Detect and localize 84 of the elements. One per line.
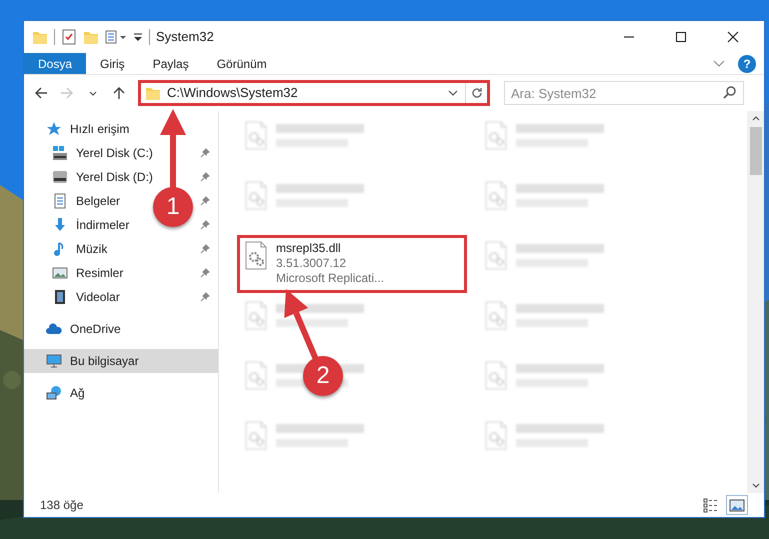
ribbon-tab[interactable]: Görünüm	[202, 53, 281, 74]
sidebar-item[interactable]: Videolar	[24, 285, 124, 309]
sidebar-item[interactable]: İndirmeler	[24, 213, 134, 237]
pin-icon[interactable]	[200, 268, 210, 278]
pin-icon[interactable]	[200, 148, 210, 158]
up-arrow-icon	[112, 86, 126, 100]
dll-file-icon	[484, 181, 508, 211]
drive-icon	[52, 145, 68, 161]
refresh-icon	[470, 87, 482, 99]
sidebar-item[interactable]: OneDrive	[24, 317, 125, 341]
pin-icon[interactable]	[200, 196, 210, 206]
sidebar-label: Belgeler	[76, 193, 120, 210]
sidebar-item[interactable]: Yerel Disk (C:)	[24, 141, 157, 165]
sidebar-item[interactable]: Ağ	[24, 381, 89, 405]
sidebar-item[interactable]: Resimler	[24, 261, 128, 285]
ribbon-tab[interactable]: Giriş	[86, 53, 139, 74]
sidebar-label: Müzik	[76, 241, 108, 258]
checklist-icon[interactable]	[61, 29, 77, 45]
down-arrow-icon	[52, 217, 68, 233]
dll-file-icon	[244, 121, 268, 151]
view-button[interactable]	[726, 495, 748, 515]
forward-arrow-icon	[60, 86, 74, 100]
picture-icon	[52, 265, 68, 281]
drive-icon	[52, 169, 68, 185]
properties-icon[interactable]	[105, 29, 127, 45]
sidebar-item[interactable]: Hızlı erişim	[24, 117, 134, 141]
sidebar-label: Yerel Disk (C:)	[76, 145, 153, 162]
step-number: 2	[303, 356, 343, 396]
step-number: 1	[153, 187, 193, 227]
dll-file-icon	[244, 241, 268, 271]
item-count: 138 öğe	[40, 497, 84, 514]
dll-file-icon	[244, 361, 268, 391]
address-path: C:\Windows\System32	[166, 84, 299, 102]
pin-icon[interactable]	[200, 244, 210, 254]
sidebar-item[interactable]: Bu bilgisayar	[24, 349, 218, 373]
dropdown-icon[interactable]	[133, 31, 143, 43]
address-bar[interactable]: C:\Windows\System32	[138, 80, 490, 106]
pin-icon[interactable]	[200, 172, 210, 182]
pin-icon[interactable]	[200, 292, 210, 302]
window-title: System32	[156, 28, 215, 46]
file-name: msrepl35.dll	[276, 241, 342, 256]
file-tile[interactable]: msrepl35.dll 3.51.3007.12 Microsoft Replicati...	[237, 235, 467, 293]
folder-icon	[145, 85, 161, 101]
dll-file-icon	[244, 301, 268, 331]
maximize-icon	[675, 31, 687, 43]
sidebar-label: Resimler	[76, 265, 124, 282]
dll-file-icon	[484, 361, 508, 391]
file-description: Microsoft Replicati...	[276, 271, 384, 286]
search-icon	[723, 86, 736, 99]
cloud-icon	[46, 321, 62, 337]
sidebar-item[interactable]: Belgeler	[24, 189, 124, 213]
film-icon	[52, 289, 68, 305]
thumbnail-view-icon	[729, 497, 745, 513]
sidebar-label: İndirmeler	[76, 217, 130, 234]
monitor-icon	[46, 353, 62, 369]
file-description: 3.51.3007.12	[276, 256, 348, 271]
sidebar-item[interactable]: Yerel Disk (D:)	[24, 165, 157, 189]
star-icon	[46, 121, 62, 137]
document-icon	[52, 193, 68, 209]
dll-file-icon	[244, 421, 268, 451]
ribbon-tab[interactable]: Paylaş	[138, 53, 203, 74]
help-button[interactable]: ?	[738, 55, 756, 73]
close-icon	[727, 31, 739, 43]
search-field[interactable]: Ara: System32	[504, 81, 744, 105]
sidebar-label: Bu bilgisayar	[70, 353, 139, 370]
dll-file-icon	[484, 241, 508, 271]
details-view-icon	[703, 497, 719, 513]
dll-file-icon	[484, 421, 508, 451]
file-menu-tab[interactable]: Dosya	[24, 53, 86, 74]
sidebar-label: Videolar	[76, 289, 120, 306]
back-arrow-icon	[34, 86, 48, 100]
scrollbar[interactable]	[747, 111, 764, 493]
sidebar-label: Hızlı erişim	[70, 121, 130, 138]
dll-file-icon	[484, 301, 508, 331]
dll-file-icon	[484, 121, 508, 151]
blurred-detail-bar	[276, 319, 348, 327]
sidebar-label: Ağ	[70, 385, 85, 402]
dll-file-icon	[244, 181, 268, 211]
sidebar-label: Yerel Disk (D:)	[76, 169, 153, 186]
scroll-thumb[interactable]	[750, 127, 762, 175]
network-icon	[46, 385, 62, 401]
sidebar-item[interactable]: Müzik	[24, 237, 112, 261]
sidebar-label: OneDrive	[70, 321, 121, 338]
pin-icon[interactable]	[200, 220, 210, 230]
